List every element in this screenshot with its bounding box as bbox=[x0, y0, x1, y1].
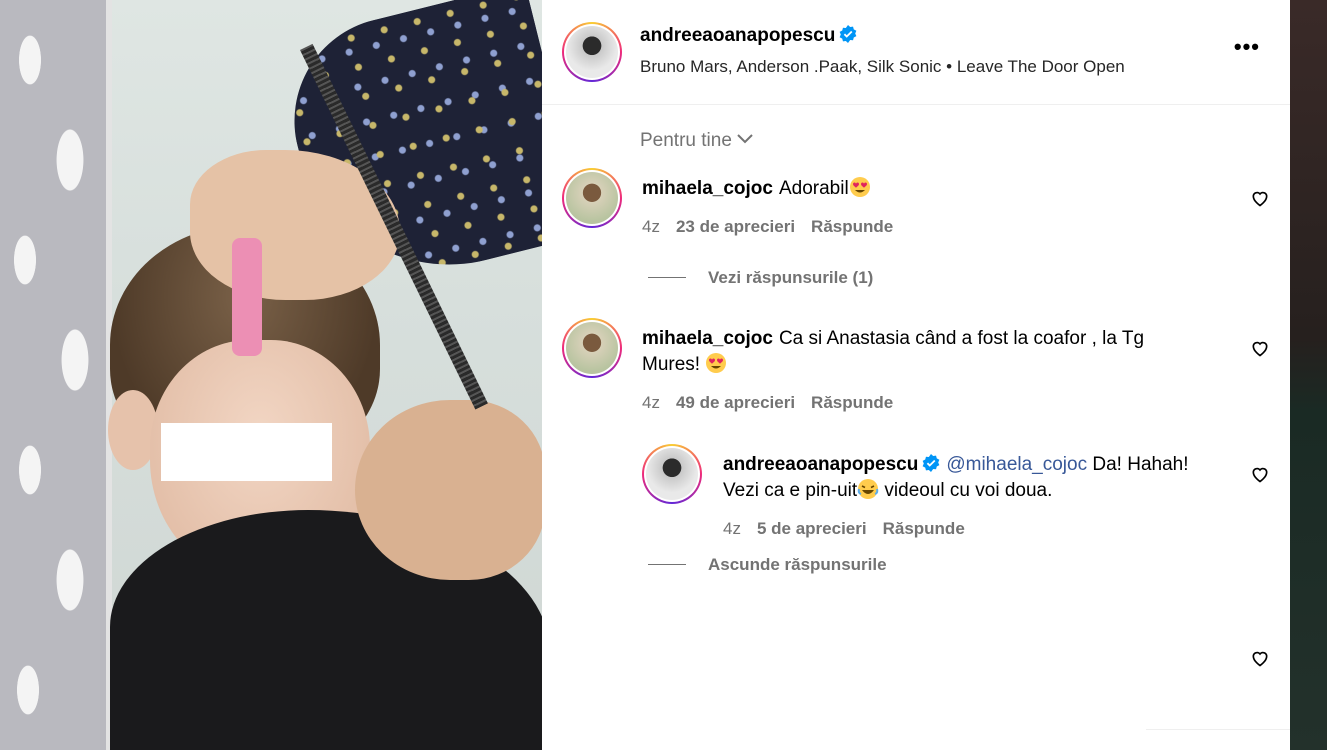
heart-eyes-emoji-icon bbox=[849, 177, 870, 197]
comment-item: mihaela_cojoc Adorabil bbox=[642, 176, 1202, 202]
verified-badge-icon bbox=[839, 25, 857, 43]
privacy-blur-box bbox=[161, 423, 332, 481]
reply-text-line2: Vezi ca e pin-uit bbox=[723, 480, 858, 501]
decorative-panel bbox=[0, 0, 112, 750]
reply-likes[interactable]: 5 de aprecieri bbox=[757, 519, 867, 538]
comment-age: 4z bbox=[642, 217, 660, 236]
commenter-avatar[interactable] bbox=[562, 168, 622, 228]
comment-username[interactable]: mihaela_cojoc bbox=[642, 328, 773, 349]
author-avatar[interactable] bbox=[562, 22, 622, 82]
comment-text: Ca si Anastasia când a fost la coafor , … bbox=[778, 328, 1145, 349]
reply-username[interactable]: andreeaoanapopescu bbox=[723, 454, 940, 475]
reply-author-avatar[interactable] bbox=[642, 444, 702, 504]
comment-text: Adorabil bbox=[778, 178, 849, 199]
view-replies-label: Vezi răspunsurile (1) bbox=[708, 268, 874, 287]
reply-item: andreeaoanapopescu @mihaela_cojoc Da! Hah… bbox=[723, 452, 1233, 504]
chevron-down-icon bbox=[737, 134, 753, 144]
comment-age: 4z bbox=[642, 393, 660, 412]
replies-divider bbox=[648, 564, 686, 565]
reply-age: 4z bbox=[723, 519, 741, 538]
hide-replies-label: Ascunde răspunsurile bbox=[708, 555, 887, 574]
comments-panel: andreeaoanapopescu Bruno Mars, Anderson … bbox=[542, 0, 1290, 750]
like-heart-icon[interactable] bbox=[1250, 188, 1270, 208]
panel-divider bbox=[1146, 729, 1290, 730]
view-replies-button[interactable]: Vezi răspunsurile (1) bbox=[648, 268, 873, 288]
comment-likes[interactable]: 49 de aprecieri bbox=[676, 393, 795, 412]
reply-meta: 4z 5 de aprecieri Răspunde bbox=[723, 519, 981, 539]
reply-text: Da! Hahah! bbox=[1092, 454, 1189, 475]
more-options-icon[interactable]: ••• bbox=[1234, 34, 1260, 60]
reply-button[interactable]: Răspunde bbox=[811, 217, 893, 236]
comment-meta: 4z 49 de aprecieri Răspunde bbox=[642, 393, 909, 413]
background-next-post bbox=[1290, 0, 1327, 750]
music-info[interactable]: Bruno Mars, Anderson .Paak, Silk Sonic •… bbox=[640, 57, 1125, 77]
reply-button[interactable]: Răspunde bbox=[883, 519, 965, 538]
author-username[interactable]: andreeaoanapopescu bbox=[640, 25, 857, 47]
comment-username[interactable]: mihaela_cojoc bbox=[642, 178, 773, 199]
heart-eyes-emoji-icon bbox=[706, 353, 727, 373]
commenter-avatar[interactable] bbox=[562, 318, 622, 378]
comment-item: mihaela_cojoc Ca si Anastasia când a fost… bbox=[642, 326, 1202, 378]
verified-badge-icon bbox=[922, 454, 940, 472]
stylist-hand-scissors bbox=[355, 400, 542, 580]
comment-likes[interactable]: 23 de aprecieri bbox=[676, 217, 795, 236]
like-post-heart-icon[interactable] bbox=[1250, 648, 1270, 668]
reply-mention-link[interactable]: @mihaela_cojoc bbox=[946, 454, 1087, 475]
replies-divider bbox=[648, 277, 686, 278]
like-heart-icon[interactable] bbox=[1250, 464, 1270, 484]
hide-replies-button[interactable]: Ascunde răspunsurile bbox=[648, 555, 887, 575]
sort-label: Pentru tine bbox=[640, 130, 732, 151]
comment-text-line2: Mures! bbox=[642, 354, 701, 375]
comments-sort-dropdown[interactable]: Pentru tine bbox=[640, 130, 754, 152]
laughing-emoji-icon bbox=[857, 479, 879, 499]
reply-text-line2-end: videoul cu voi doua. bbox=[879, 480, 1053, 501]
hair-clip bbox=[232, 238, 262, 356]
comment-meta: 4z 23 de aprecieri Răspunde bbox=[642, 217, 909, 237]
post-header: andreeaoanapopescu Bruno Mars, Anderson … bbox=[542, 0, 1290, 105]
reply-button[interactable]: Răspunde bbox=[811, 393, 893, 412]
like-heart-icon[interactable] bbox=[1250, 338, 1270, 358]
post-photo bbox=[0, 0, 542, 750]
